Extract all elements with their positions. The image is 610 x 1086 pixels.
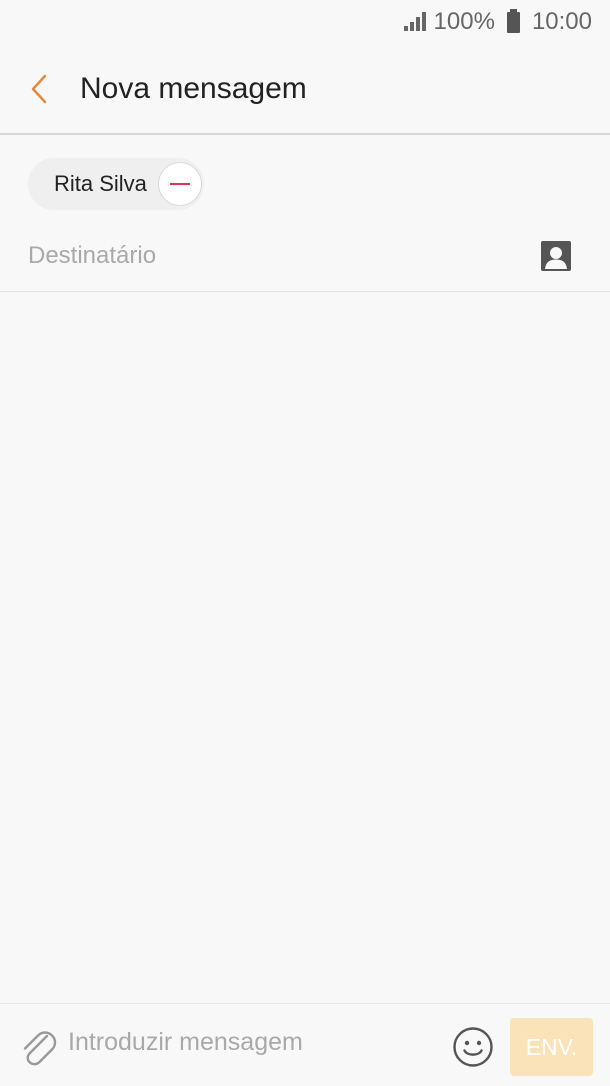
back-button[interactable] [0,43,70,134]
message-input[interactable]: Introduzir mensagem [68,1028,303,1057]
contacts-button[interactable] [540,240,572,272]
smiley-icon [453,1027,493,1067]
recipient-name: Rita Silva [54,171,147,196]
battery-icon [506,8,520,33]
emoji-button[interactable] [452,1026,494,1068]
attach-button[interactable] [18,1026,58,1070]
minus-icon [170,183,190,185]
paperclip-icon [23,1031,57,1066]
screen: 100% 10:00 Nova mensagem Rita Silva Dest… [0,0,610,1086]
recipient-chip[interactable]: Rita Silva [28,158,204,210]
send-button[interactable]: ENV. [510,1018,593,1076]
page-title: Nova mensagem [80,71,307,105]
contact-card-icon [541,240,571,271]
signal-icon [402,11,428,33]
app-header: Nova mensagem [0,44,610,135]
chevron-left-icon [31,74,47,103]
message-composer: Introduzir mensagem ENV. [0,1003,610,1086]
remove-recipient-button[interactable] [158,162,202,206]
battery-percent: 100% [433,8,495,35]
status-bar: 100% 10:00 [0,0,610,44]
recipient-row: Destinatário [0,220,610,292]
clock: 10:00 [531,8,592,35]
recipient-input[interactable]: Destinatário [28,242,156,270]
